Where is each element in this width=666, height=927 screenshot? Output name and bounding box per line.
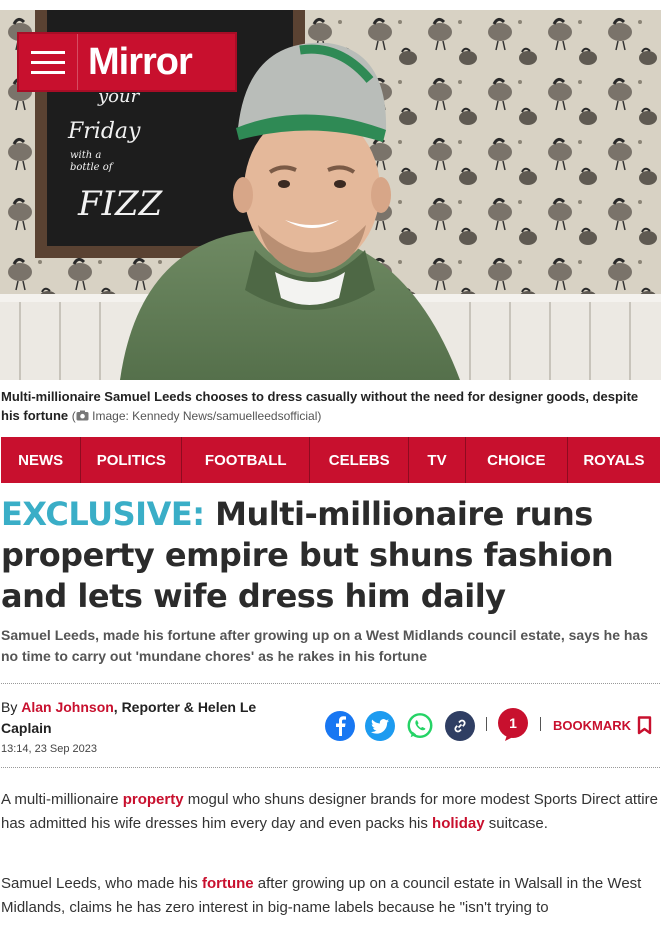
- nav-item-politics[interactable]: POLITICS: [81, 437, 183, 483]
- hero-image: your Friday with a bottle of FIZZ Mirror: [0, 10, 661, 380]
- whatsapp-icon[interactable]: [405, 711, 435, 741]
- bookmark-label[interactable]: BOOKMARK: [553, 718, 631, 733]
- comment-bubble-icon[interactable]: 1: [497, 708, 529, 742]
- image-credit: ( Image: Kennedy News/samuelleedsofficia…: [71, 409, 322, 423]
- bookmark-icon[interactable]: [637, 716, 652, 735]
- hamburger-icon[interactable]: [19, 34, 78, 90]
- bookmark-button[interactable]: BOOKMARK: [553, 716, 652, 735]
- chalk-line-friday: Friday: [67, 119, 141, 144]
- comments-button[interactable]: 1: [497, 708, 529, 742]
- nav-item-choice[interactable]: CHOICE: [466, 437, 568, 483]
- chalk-line-fizz: FIZZ: [77, 184, 164, 224]
- share-separator-2: [540, 717, 541, 731]
- mirror-logo[interactable]: Mirror: [78, 41, 193, 84]
- twitter-icon[interactable]: [365, 711, 395, 741]
- image-credit-text: Image: Kennedy News/samuelleedsofficial: [92, 409, 318, 423]
- exclusive-label: EXCLUSIVE:: [1, 495, 205, 533]
- section-nav: NEWS POLITICS FOOTBALL CELEBS TV CHOICE …: [1, 437, 660, 483]
- divider-top: [1, 683, 660, 684]
- share-twitter[interactable]: [365, 709, 395, 743]
- byline: By Alan Johnson, Reporter & Helen Le Cap…: [1, 697, 301, 757]
- share-whatsapp[interactable]: [405, 709, 435, 743]
- comment-count: 1: [509, 715, 517, 731]
- share-facebook[interactable]: [325, 709, 355, 743]
- nav-item-celebs[interactable]: CELEBS: [310, 437, 410, 483]
- link-icon[interactable]: [445, 711, 475, 741]
- nav-item-football[interactable]: FOOTBALL: [182, 437, 311, 483]
- camera-icon: [76, 410, 89, 421]
- share-copy-link[interactable]: [445, 709, 475, 743]
- link-property[interactable]: property: [123, 791, 184, 808]
- divider-bottom: [1, 767, 660, 768]
- image-caption: Multi-millionaire Samuel Leeds chooses t…: [1, 387, 651, 426]
- link-holiday[interactable]: holiday: [432, 815, 485, 832]
- publish-timestamp: 13:14, 23 Sep 2023: [1, 743, 98, 755]
- nav-item-royals[interactable]: ROYALS: [568, 437, 660, 483]
- nav-item-tv[interactable]: TV: [409, 437, 466, 483]
- chalk-line-bottle: bottle of: [70, 162, 115, 173]
- share-separator-1: [486, 717, 487, 731]
- nav-item-news[interactable]: NEWS: [1, 437, 82, 483]
- article-paragraph-1: A multi-millionaire property mogul who s…: [1, 791, 658, 832]
- mirror-logo-box[interactable]: Mirror: [17, 32, 237, 92]
- author-link-alan-johnson[interactable]: Alan Johnson: [21, 699, 114, 715]
- link-fortune[interactable]: fortune: [202, 875, 254, 892]
- chalk-line-with: with a: [70, 150, 101, 161]
- facebook-icon[interactable]: [325, 711, 355, 741]
- article-standfirst: Samuel Leeds, made his fortune after gro…: [1, 627, 649, 664]
- byline-prefix: By: [1, 699, 22, 715]
- author-role: , Reporter &: [113, 699, 198, 715]
- article-headline: EXCLUSIVE: Multi-millionaire runs proper…: [1, 494, 661, 617]
- article-paragraph-2: Samuel Leeds, who made his fortune after…: [1, 875, 642, 916]
